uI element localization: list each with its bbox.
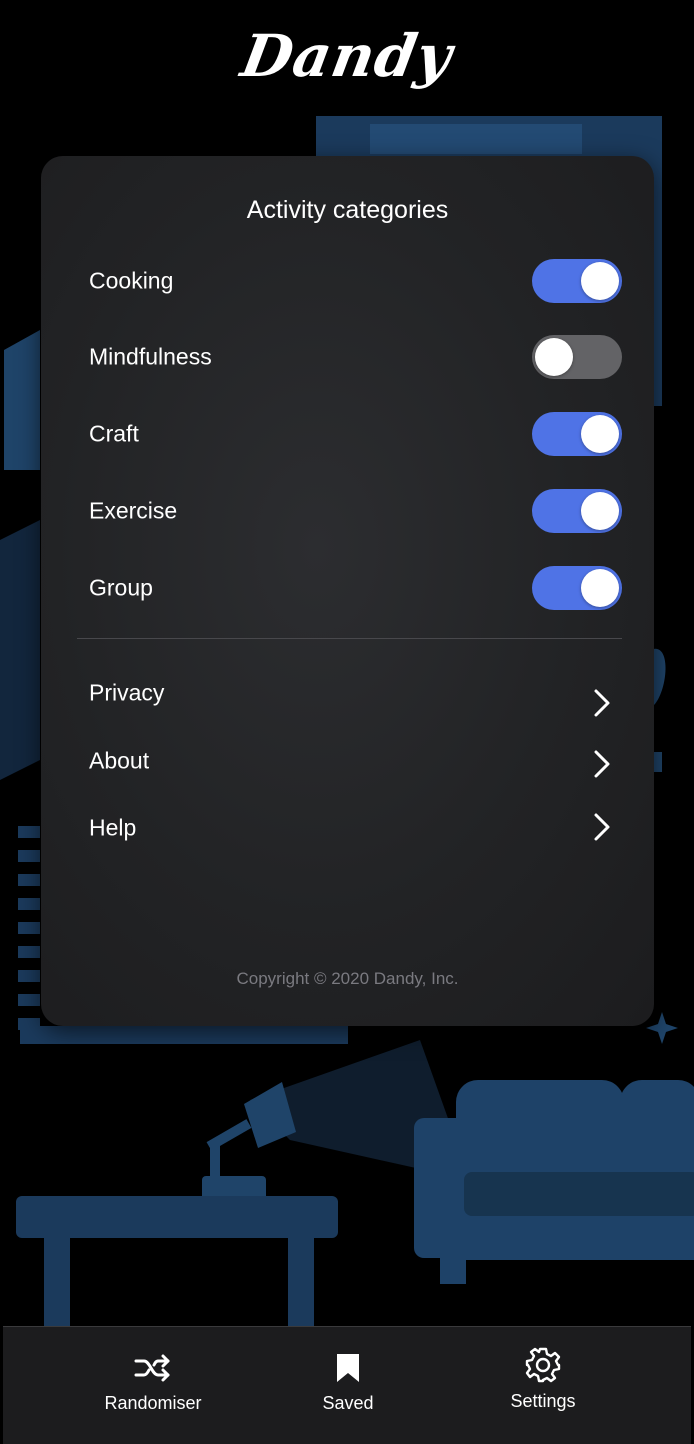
help-label: Help (89, 814, 137, 841)
coffee-table (16, 1196, 338, 1238)
group-toggle[interactable] (532, 566, 622, 610)
toggle-knob (581, 262, 619, 300)
privacy-link[interactable]: Privacy (89, 666, 622, 720)
window-pane (370, 124, 582, 154)
tab-label: Settings (510, 1391, 576, 1411)
category-row-exercise: Exercise (89, 481, 622, 541)
category-label: Cooking (89, 267, 174, 294)
tab-label: Saved (322, 1393, 374, 1413)
shuffle-icon (134, 1354, 170, 1382)
craft-toggle[interactable] (532, 412, 622, 456)
category-label: Group (89, 574, 153, 601)
tab-saved[interactable]: Saved (258, 1327, 438, 1444)
chevron-right-icon (594, 750, 610, 778)
settings-panel: Activity categories Cooking Mindfulness … (41, 156, 654, 1026)
toggle-knob (581, 569, 619, 607)
category-label: Craft (89, 420, 139, 447)
tab-bar: Randomiser Saved Settings (3, 1326, 691, 1444)
wall-picture (4, 330, 40, 470)
chevron-right-icon (594, 689, 610, 717)
plant-stem (654, 752, 662, 772)
tab-randomiser[interactable]: Randomiser (63, 1327, 243, 1444)
app-logo: Dandy (236, 22, 458, 90)
cooking-toggle[interactable] (532, 259, 622, 303)
table-leg-right (288, 1236, 314, 1326)
category-row-group: Group (89, 558, 622, 618)
shelf (20, 1026, 348, 1044)
sofa-cushion (464, 1172, 694, 1216)
toggle-knob (581, 415, 619, 453)
tab-label: Randomiser (104, 1393, 202, 1413)
category-row-mindfulness: Mindfulness (89, 327, 622, 387)
mindfulness-toggle[interactable] (532, 335, 622, 379)
toggle-knob (581, 492, 619, 530)
category-row-cooking: Cooking (89, 251, 622, 311)
sparkle (646, 1012, 678, 1044)
chevron-right-icon (594, 813, 610, 841)
radiator (18, 826, 40, 1030)
category-row-craft: Craft (89, 404, 622, 464)
about-link[interactable]: About (89, 734, 622, 788)
tab-settings[interactable]: Settings (453, 1327, 633, 1444)
wall-shadow (0, 520, 40, 780)
panel-title: Activity categories (246, 196, 449, 224)
copyright-text: Copyright © 2020 Dandy, Inc. (236, 969, 459, 988)
category-label: Exercise (89, 497, 178, 524)
table-leg-left (44, 1236, 70, 1326)
help-link[interactable]: Help (89, 801, 622, 855)
app-screen: Dandy Activity categories Cooking Mindfu… (0, 0, 694, 1444)
privacy-label: Privacy (89, 679, 165, 706)
gear-icon (525, 1347, 561, 1383)
about-label: About (89, 747, 150, 774)
desk-lamp (202, 1082, 296, 1200)
category-label: Mindfulness (89, 343, 212, 370)
section-divider (77, 638, 622, 639)
toggle-knob (535, 338, 573, 376)
exercise-toggle[interactable] (532, 489, 622, 533)
bookmark-icon (337, 1354, 359, 1382)
